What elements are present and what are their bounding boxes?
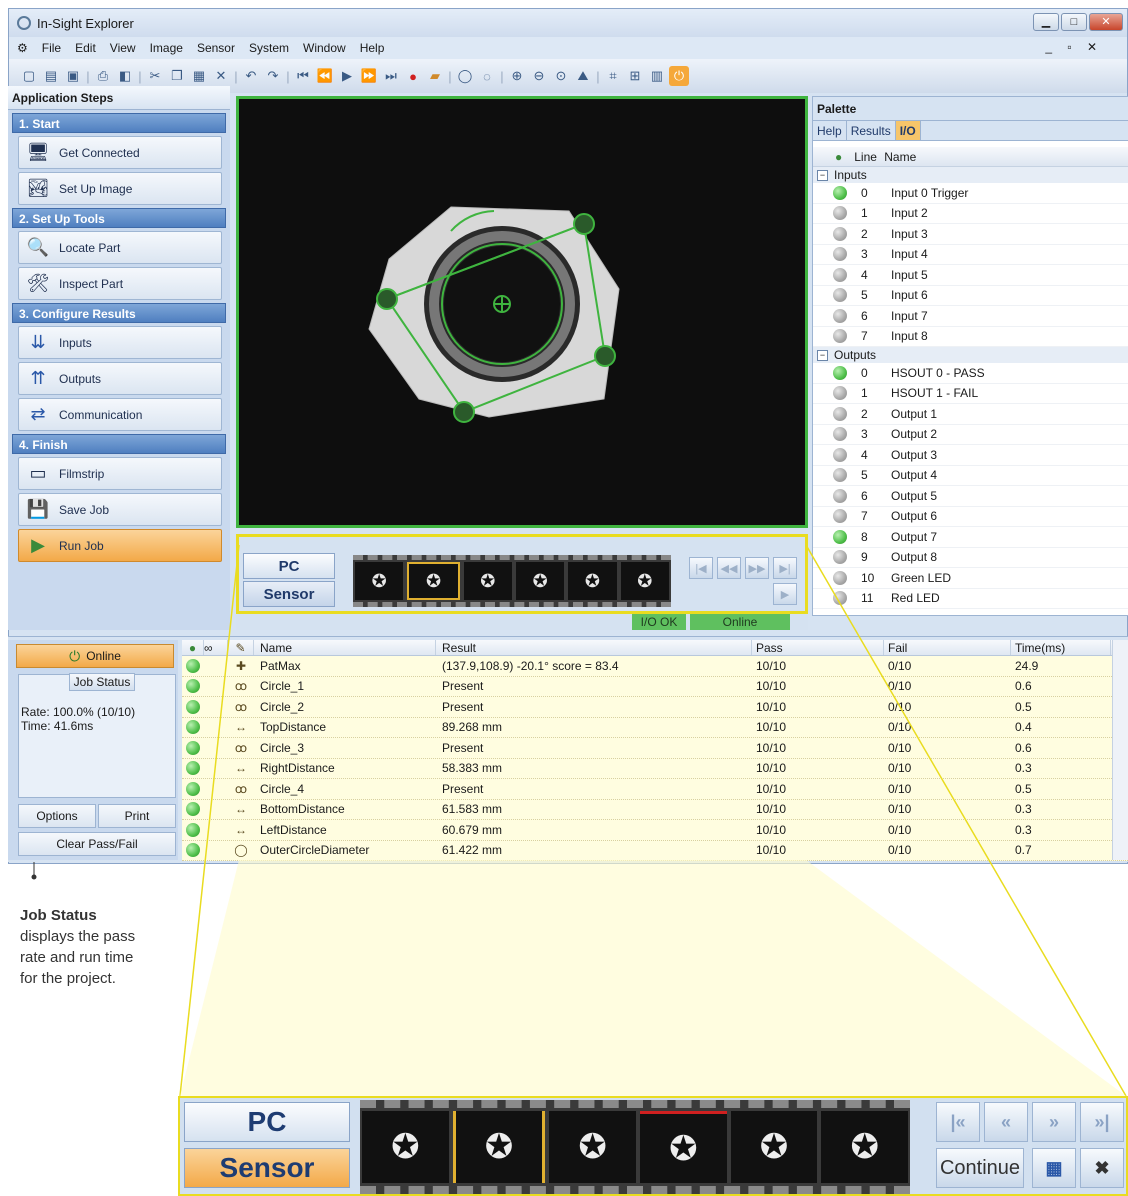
sensor-button-large[interactable]: Sensor (184, 1148, 350, 1188)
pc-button-large[interactable]: PC (184, 1102, 350, 1142)
film-frame[interactable]: ✪ (549, 1111, 637, 1183)
film-frame-fail[interactable]: ✪ (640, 1111, 727, 1183)
film-frame[interactable]: ✪ (362, 1111, 449, 1183)
film-frame-selected[interactable]: ✪ (452, 1111, 546, 1183)
next-frame-button-large[interactable]: » (1032, 1102, 1076, 1142)
last-frame-button-large[interactable]: »| (1080, 1102, 1124, 1142)
save-filmstrip-icon[interactable]: ▦ (1032, 1148, 1076, 1188)
filmstrip-large: ✪ ✪ ✪ ✪ ✪ ✪ (360, 1100, 910, 1194)
film-frame[interactable]: ✪ (730, 1111, 818, 1183)
first-frame-button-large[interactable]: |« (936, 1102, 980, 1142)
job-status-callout: Job Status displays the pass rate and ru… (20, 905, 140, 989)
zoomed-filmstrip: PC Sensor ✪ ✪ ✪ ✪ ✪ ✪ |« « » »| Continue… (178, 1096, 1128, 1196)
zoom-connector (31, 544, 1127, 1097)
clear-filmstrip-icon[interactable]: ✖ (1080, 1148, 1124, 1188)
previous-frame-button-large[interactable]: « (984, 1102, 1028, 1142)
film-frame[interactable]: ✪ (821, 1111, 909, 1183)
callout-title: Job Status (20, 907, 97, 924)
callout-body: displays the pass rate and run time for … (20, 928, 136, 987)
continue-button-large[interactable]: Continue (936, 1148, 1024, 1188)
